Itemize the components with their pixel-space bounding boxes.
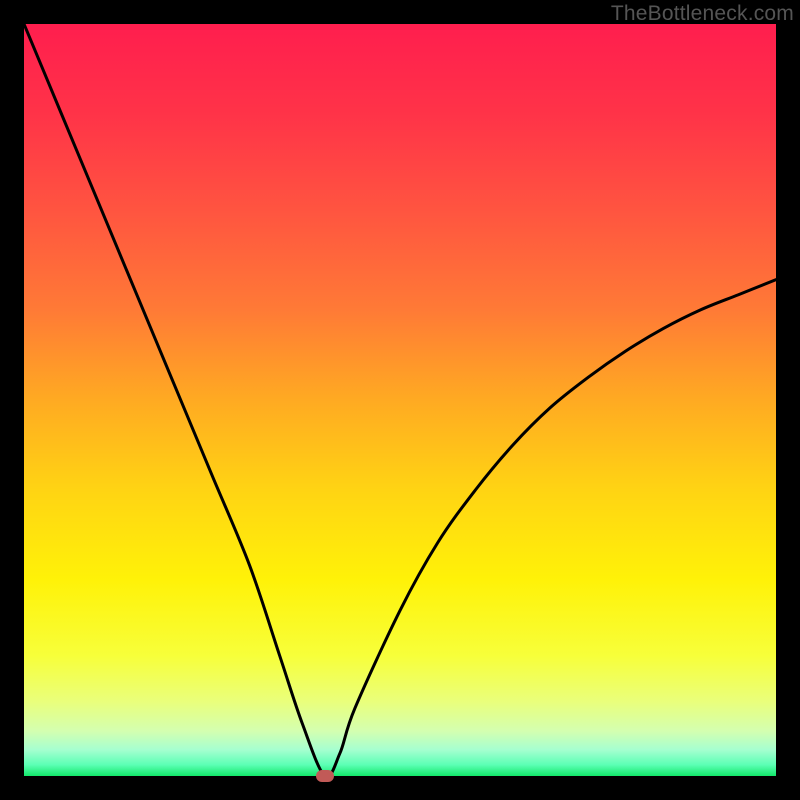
- optimal-point-marker: [316, 770, 334, 782]
- plot-area: [24, 24, 776, 776]
- chart-container: TheBottleneck.com: [0, 0, 800, 800]
- watermark-text: TheBottleneck.com: [611, 2, 794, 26]
- bottleneck-curve: [24, 24, 776, 776]
